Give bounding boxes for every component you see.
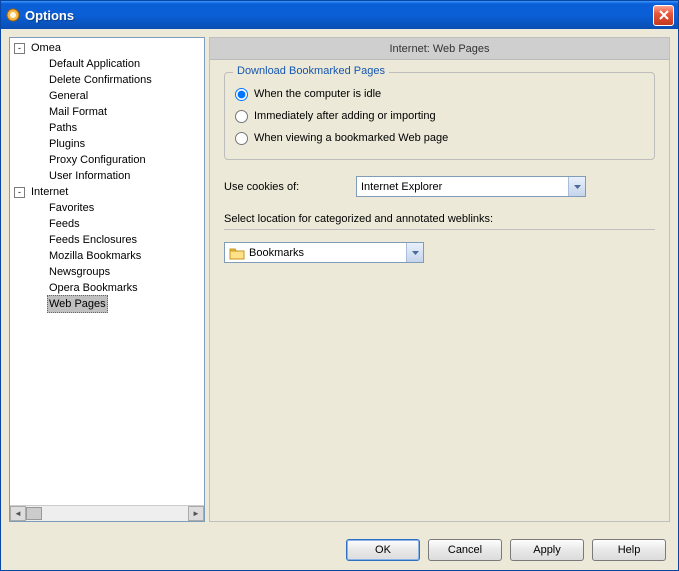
tree-node-feeds-enclosures[interactable]: Feeds Enclosures (32, 232, 204, 248)
tree-node-internet[interactable]: -Internet (14, 184, 204, 200)
collapse-icon[interactable]: - (14, 43, 25, 54)
location-combo[interactable]: Bookmarks (224, 242, 424, 263)
cancel-button[interactable]: Cancel (428, 539, 502, 561)
settings-panel: Internet: Web Pages Download Bookmarked … (209, 37, 670, 522)
options-tree[interactable]: -OmeaDefault ApplicationDelete Confirmat… (9, 37, 205, 522)
tree-node-general[interactable]: General (32, 88, 204, 104)
tree-node-label: Omea (29, 40, 63, 56)
app-icon (5, 7, 21, 23)
tree-node-mozilla-bookmarks[interactable]: Mozilla Bookmarks (32, 248, 204, 264)
separator (224, 229, 655, 230)
tree-node-label: Web Pages (47, 295, 108, 313)
chevron-down-icon[interactable] (406, 243, 423, 262)
cookies-value: Internet Explorer (361, 181, 568, 193)
radio-import-row[interactable]: Immediately after adding or importing (235, 105, 644, 127)
download-bookmarked-group: Download Bookmarked Pages When the compu… (224, 72, 655, 160)
folder-icon (229, 246, 245, 260)
apply-button[interactable]: Apply (510, 539, 584, 561)
radio-import[interactable] (235, 110, 248, 123)
tree-node-opera-bookmarks[interactable]: Opera Bookmarks (32, 280, 204, 296)
tree-node-web-pages[interactable]: Web Pages (32, 296, 204, 312)
horizontal-scrollbar[interactable]: ◄ ► (10, 505, 204, 521)
tree-node-label: Favorites (47, 200, 96, 216)
radio-idle-label: When the computer is idle (254, 88, 381, 100)
chevron-down-icon[interactable] (568, 177, 585, 196)
ok-button[interactable]: OK (346, 539, 420, 561)
tree-node-label: Newsgroups (47, 264, 112, 280)
tree-node-label: Opera Bookmarks (47, 280, 140, 296)
tree-node-feeds[interactable]: Feeds (32, 216, 204, 232)
tree-node-plugins[interactable]: Plugins (32, 136, 204, 152)
location-label: Select location for categorized and anno… (224, 213, 655, 225)
panel-header: Internet: Web Pages (210, 38, 669, 60)
group-legend: Download Bookmarked Pages (233, 65, 389, 77)
tree-node-label: Default Application (47, 56, 142, 72)
tree-panel: -OmeaDefault ApplicationDelete Confirmat… (9, 37, 205, 522)
scroll-left-arrow[interactable]: ◄ (10, 506, 26, 521)
tree-node-label: Mozilla Bookmarks (47, 248, 143, 264)
radio-view[interactable] (235, 132, 248, 145)
radio-idle[interactable] (235, 88, 248, 101)
tree-node-label: Paths (47, 120, 79, 136)
tree-node-delete-confirmations[interactable]: Delete Confirmations (32, 72, 204, 88)
tree-node-newsgroups[interactable]: Newsgroups (32, 264, 204, 280)
tree-node-paths[interactable]: Paths (32, 120, 204, 136)
tree-node-omea[interactable]: -Omea (14, 40, 204, 56)
tree-node-label: User Information (47, 168, 132, 184)
cookies-combo[interactable]: Internet Explorer (356, 176, 586, 197)
options-window: Options -OmeaDefault ApplicationDelete C… (0, 0, 679, 571)
tree-node-label: Feeds (47, 216, 82, 232)
collapse-icon[interactable]: - (14, 187, 25, 198)
tree-node-proxy-configuration[interactable]: Proxy Configuration (32, 152, 204, 168)
scroll-right-arrow[interactable]: ► (188, 506, 204, 521)
radio-view-row[interactable]: When viewing a bookmarked Web page (235, 127, 644, 149)
tree-node-label: Internet (29, 184, 70, 200)
cookies-label: Use cookies of: (224, 181, 344, 193)
help-button[interactable]: Help (592, 539, 666, 561)
panel-body: Download Bookmarked Pages When the compu… (210, 60, 669, 275)
tree-node-label: Feeds Enclosures (47, 232, 139, 248)
window-title: Options (25, 8, 653, 23)
scroll-thumb[interactable] (26, 507, 42, 520)
button-bar: OK Cancel Apply Help (1, 530, 678, 570)
radio-import-label: Immediately after adding or importing (254, 110, 436, 122)
titlebar[interactable]: Options (1, 1, 678, 29)
radio-view-label: When viewing a bookmarked Web page (254, 132, 448, 144)
location-value: Bookmarks (249, 247, 406, 259)
content-area: -OmeaDefault ApplicationDelete Confirmat… (1, 29, 678, 530)
tree-node-label: Delete Confirmations (47, 72, 154, 88)
tree-node-label: General (47, 88, 90, 104)
tree-node-label: Proxy Configuration (47, 152, 148, 168)
radio-idle-row[interactable]: When the computer is idle (235, 83, 644, 105)
tree-node-label: Mail Format (47, 104, 109, 120)
tree-node-user-information[interactable]: User Information (32, 168, 204, 184)
tree-node-label: Plugins (47, 136, 87, 152)
tree-node-mail-format[interactable]: Mail Format (32, 104, 204, 120)
tree-node-default-application[interactable]: Default Application (32, 56, 204, 72)
close-button[interactable] (653, 5, 674, 26)
cookies-row: Use cookies of: Internet Explorer (224, 176, 655, 197)
tree-node-favorites[interactable]: Favorites (32, 200, 204, 216)
